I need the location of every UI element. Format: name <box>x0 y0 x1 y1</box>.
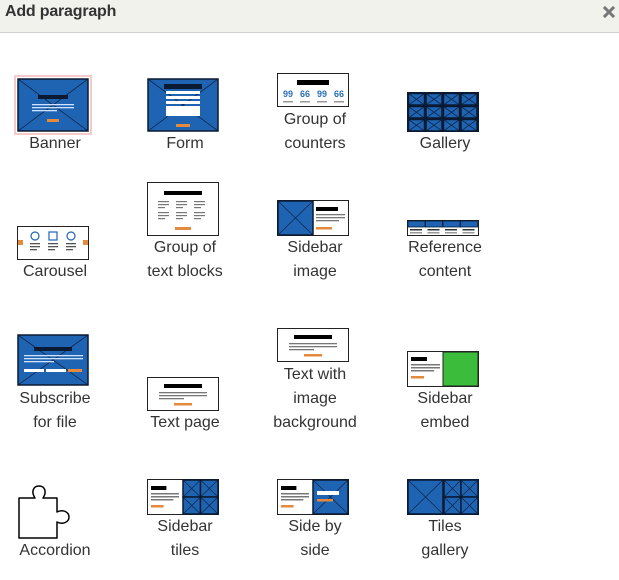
paragraph-type-label: Gallery <box>419 135 471 152</box>
counter-value: 66 <box>334 89 344 99</box>
side-by-side-icon[interactable] <box>277 479 349 515</box>
tiles-gallery-icon[interactable] <box>407 479 479 515</box>
paragraph-type-label: Accordion <box>19 542 91 559</box>
paragraph-type-label: Group of <box>283 111 347 128</box>
paragraph-type-label: side <box>300 542 330 559</box>
paragraph-type-label: counters <box>284 135 346 152</box>
paragraph-type-label: Form <box>166 135 204 152</box>
accordion-icon[interactable] <box>17 484 73 540</box>
paragraph-type-label: gallery <box>421 542 469 559</box>
sidebar-embed-icon[interactable] <box>407 351 479 387</box>
counter-value: 99 <box>283 89 293 99</box>
paragraph-type-label: Reference <box>408 239 482 256</box>
close-icon[interactable] <box>602 5 616 19</box>
paragraph-type-label: Banner <box>29 135 81 152</box>
dialog-title: Add paragraph <box>5 3 117 20</box>
reference-content-icon[interactable] <box>407 220 479 236</box>
paragraph-type-label: image <box>293 390 337 407</box>
subscribe-for-file-icon[interactable] <box>17 334 89 386</box>
paragraph-type-label: background <box>273 414 357 431</box>
dialog-header: Add paragraph <box>0 0 619 33</box>
paragraph-type-label: Sidebar <box>417 390 473 407</box>
paragraph-type-label: tiles <box>170 542 200 559</box>
text-with-image-background-icon[interactable] <box>277 328 349 362</box>
paragraph-type-label: Text page <box>150 414 220 431</box>
group-of-text-blocks-icon[interactable] <box>147 182 219 236</box>
close-button[interactable] <box>602 5 616 19</box>
sidebar-image-icon[interactable] <box>277 200 349 236</box>
paragraph-type-label: text blocks <box>147 263 223 280</box>
banner-icon[interactable] <box>14 75 92 135</box>
paragraph-type-label: content <box>418 263 472 280</box>
paragraph-type-label: Sidebar <box>157 518 213 535</box>
paragraph-type-label: Carousel <box>22 263 88 280</box>
paragraph-type-label: Group of <box>153 239 217 256</box>
gallery-icon[interactable] <box>407 92 479 132</box>
paragraph-type-label: Subscribe <box>19 390 91 407</box>
carousel-icon[interactable] <box>17 226 89 260</box>
paragraph-type-label: Text with <box>283 366 347 383</box>
group-of-counters-icon[interactable]: 99 66 99 66 <box>277 73 349 107</box>
paragraph-type-label: Side by <box>288 518 342 535</box>
counter-value: 66 <box>300 89 310 99</box>
paragraph-type-label: Tiles <box>428 518 462 535</box>
paragraph-type-label: Sidebar <box>287 239 343 256</box>
sidebar-tiles-icon[interactable] <box>147 479 219 515</box>
paragraph-type-label: image <box>293 263 337 280</box>
text-page-icon[interactable] <box>147 377 219 411</box>
paragraph-type-label: embed <box>420 414 470 431</box>
form-icon[interactable] <box>147 78 219 132</box>
counter-value: 99 <box>317 89 327 99</box>
paragraph-type-label: for file <box>33 414 77 431</box>
